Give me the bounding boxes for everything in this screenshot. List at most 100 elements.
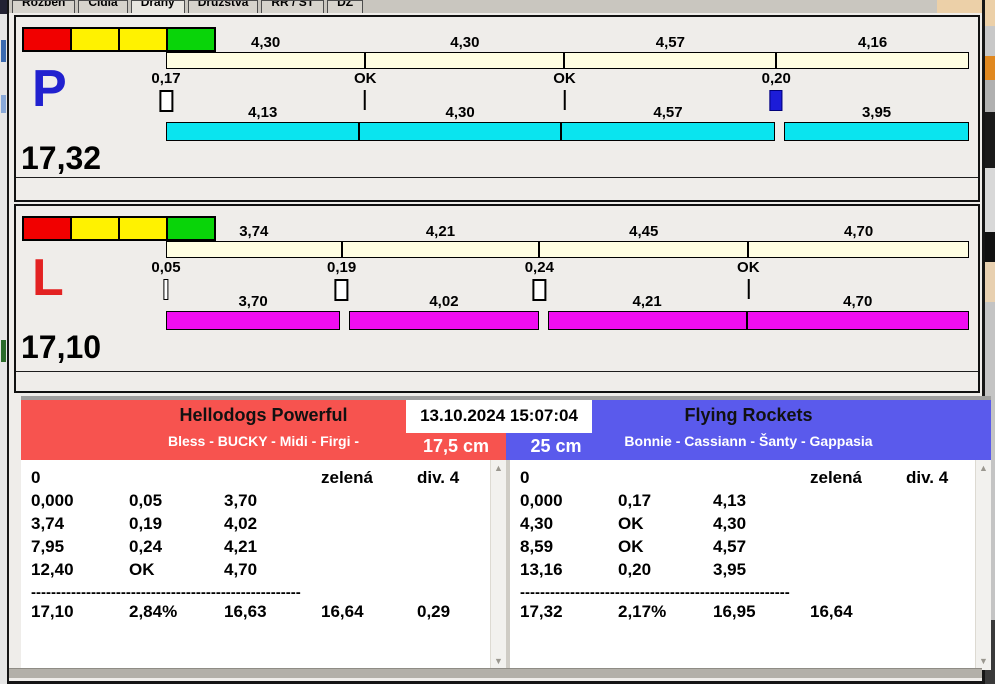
split-time-label: 4,16 bbox=[857, 34, 888, 51]
table-cell: 0,17 bbox=[618, 491, 652, 510]
start-light-cell bbox=[24, 218, 70, 239]
bar-segment bbox=[365, 52, 565, 69]
split-time-label: 4,57 bbox=[655, 34, 685, 51]
summary-cell: 2,84% bbox=[129, 602, 178, 621]
start-light-cell bbox=[24, 29, 70, 50]
dog-split-labels: 3,70 4,02 4,21 4,70 bbox=[166, 293, 969, 310]
bar-segment bbox=[560, 122, 776, 141]
summary-cell: 16,95 bbox=[713, 602, 756, 621]
table-cell: OK bbox=[618, 537, 644, 556]
lane-letter: L bbox=[32, 249, 64, 307]
split-time-label: 4,21 bbox=[425, 223, 456, 240]
table-cell: zelená bbox=[810, 468, 862, 487]
split-time-label: 3,70 bbox=[238, 293, 268, 310]
lane-total-time: 17,10 bbox=[21, 329, 102, 365]
table-cell: 7,95 bbox=[31, 537, 65, 556]
table-cell: 4,30 bbox=[713, 514, 747, 533]
table-cell: 8,59 bbox=[520, 537, 554, 556]
table-row: 7,95 0,24 4,21 bbox=[21, 537, 506, 559]
lane-total-time: 17,32 bbox=[21, 140, 102, 176]
table-row: 8,59 OK 4,57 bbox=[510, 537, 991, 559]
table-cell: 4,57 bbox=[713, 537, 747, 556]
summary-cell: 16,63 bbox=[224, 602, 267, 621]
table-row: 4,30 OK 4,30 bbox=[510, 514, 991, 536]
split-time-label: 4,02 bbox=[429, 293, 459, 310]
summary-cell: 0,29 bbox=[417, 602, 451, 621]
tab-bar: Rozbeh Čidlá Dráhy Družstvá RR / ST DZ bbox=[9, 0, 982, 13]
bar-segment bbox=[341, 241, 540, 258]
table-cell: 0,19 bbox=[129, 514, 163, 533]
summary-separator: ----------------------------------------… bbox=[31, 584, 301, 601]
summary-cell: 2,17% bbox=[618, 602, 667, 621]
tab--idl-[interactable]: Čidlá bbox=[78, 0, 128, 13]
bar-segment bbox=[166, 241, 342, 258]
sliver-block bbox=[1, 40, 6, 62]
sensor-split-labels: 3,74 4,21 4,45 4,70 bbox=[166, 223, 969, 240]
table-cell: 0,24 bbox=[129, 537, 163, 556]
table-cell: 0,05 bbox=[129, 491, 163, 510]
screen: Rozbeh Čidlá Dráhy Družstvá RR / ST DZ P 4,30… bbox=[0, 0, 995, 684]
changeover-label: 0,19 bbox=[327, 259, 357, 276]
start-light-cell bbox=[72, 29, 118, 50]
split-time-label: 4,45 bbox=[629, 223, 659, 240]
bar-segment bbox=[564, 52, 777, 69]
table-cell: 0,20 bbox=[618, 560, 652, 579]
summary-cell: 16,64 bbox=[810, 602, 853, 621]
tab-dru-stv-[interactable]: Družstvá bbox=[187, 0, 259, 13]
panel-divider-line bbox=[16, 177, 978, 178]
background-window-left-sliver bbox=[0, 0, 7, 684]
panel-divider-line bbox=[16, 371, 978, 372]
sensor-split-labels: 4,30 4,30 4,57 4,16 bbox=[166, 34, 969, 51]
split-time-label: 4,57 bbox=[653, 104, 683, 121]
tab-rozbeh[interactable]: Rozbeh bbox=[12, 0, 76, 13]
table-cell: 4,13 bbox=[713, 491, 747, 510]
changeover-label: 0,05 bbox=[151, 259, 181, 276]
table-cell: div. 4 bbox=[906, 468, 949, 487]
sliver-block bbox=[1, 340, 6, 362]
bar-segment bbox=[746, 311, 969, 330]
table-cell: 12,40 bbox=[31, 560, 74, 579]
results-table-right: ▲ ▼ 0 zelená div. 4 0,000 0,17 4,13 4,30 OK 4,30… bbox=[510, 460, 991, 670]
split-time-label: 4,70 bbox=[843, 293, 873, 310]
results-table-left: ▲ ▼ 0 zelená div. 4 0,000 0,05 3,70 3,74 0,19 4,… bbox=[21, 460, 506, 670]
table-row: 0 zelená div. 4 bbox=[510, 468, 991, 490]
lane-panel-L: L 3,74 4,21 4,45 4,70 0,05 0,19 0,24 OK 3,70 4,… bbox=[14, 204, 980, 393]
changeover-label: OK bbox=[353, 70, 377, 87]
table-cell: 4,21 bbox=[224, 537, 258, 556]
table-row: 12,40 OK 4,70 bbox=[21, 560, 506, 582]
split-time-label: 4,70 bbox=[844, 223, 874, 240]
table-cell: OK bbox=[618, 514, 644, 533]
start-light-cell bbox=[120, 29, 166, 50]
lane-letter: P bbox=[32, 60, 67, 118]
summary-cell: 16,64 bbox=[321, 602, 364, 621]
summary-separator: ----------------------------------------… bbox=[520, 584, 790, 601]
changeover-label: 0,24 bbox=[524, 259, 554, 276]
scoreboard: Hellodogs Powerful Bless - BUCKY - Midi … bbox=[21, 396, 991, 672]
tab-dz[interactable]: DZ bbox=[327, 0, 364, 13]
scroll-down-icon[interactable]: ▼ bbox=[976, 654, 991, 669]
summary-row: 17,10 2,84% 16,63 16,64 0,29 bbox=[21, 602, 506, 624]
table-cell: 0 bbox=[520, 468, 530, 487]
split-time-label: 4,30 bbox=[450, 34, 480, 51]
split-time-label: 4,13 bbox=[248, 104, 278, 121]
window-bottom-strip bbox=[9, 668, 982, 678]
table-row: 0,000 0,05 3,70 bbox=[21, 491, 506, 513]
summary-cell: 17,10 bbox=[31, 602, 74, 621]
dog-split-bar bbox=[166, 122, 969, 141]
changeover-label: OK bbox=[553, 70, 576, 87]
bar-segment bbox=[547, 311, 747, 330]
bar-segment bbox=[349, 311, 539, 330]
split-time-label: 4,30 bbox=[251, 34, 281, 51]
bar-segment bbox=[166, 311, 341, 330]
table-cell: zelená bbox=[321, 468, 373, 487]
changeover-label: 0,20 bbox=[761, 70, 791, 87]
tab-bar-filler bbox=[937, 0, 982, 13]
table-cell: div. 4 bbox=[417, 468, 460, 487]
bar-segment bbox=[748, 241, 969, 258]
table-cell: 3,70 bbox=[224, 491, 258, 510]
tab-rr-st[interactable]: RR / ST bbox=[261, 0, 325, 13]
datetime-display: 13.10.2024 15:07:04 bbox=[406, 400, 592, 433]
tab-dr-hy[interactable]: Dráhy bbox=[130, 0, 185, 13]
bar-segment bbox=[359, 122, 561, 141]
scroll-down-icon[interactable]: ▼ bbox=[491, 654, 506, 669]
